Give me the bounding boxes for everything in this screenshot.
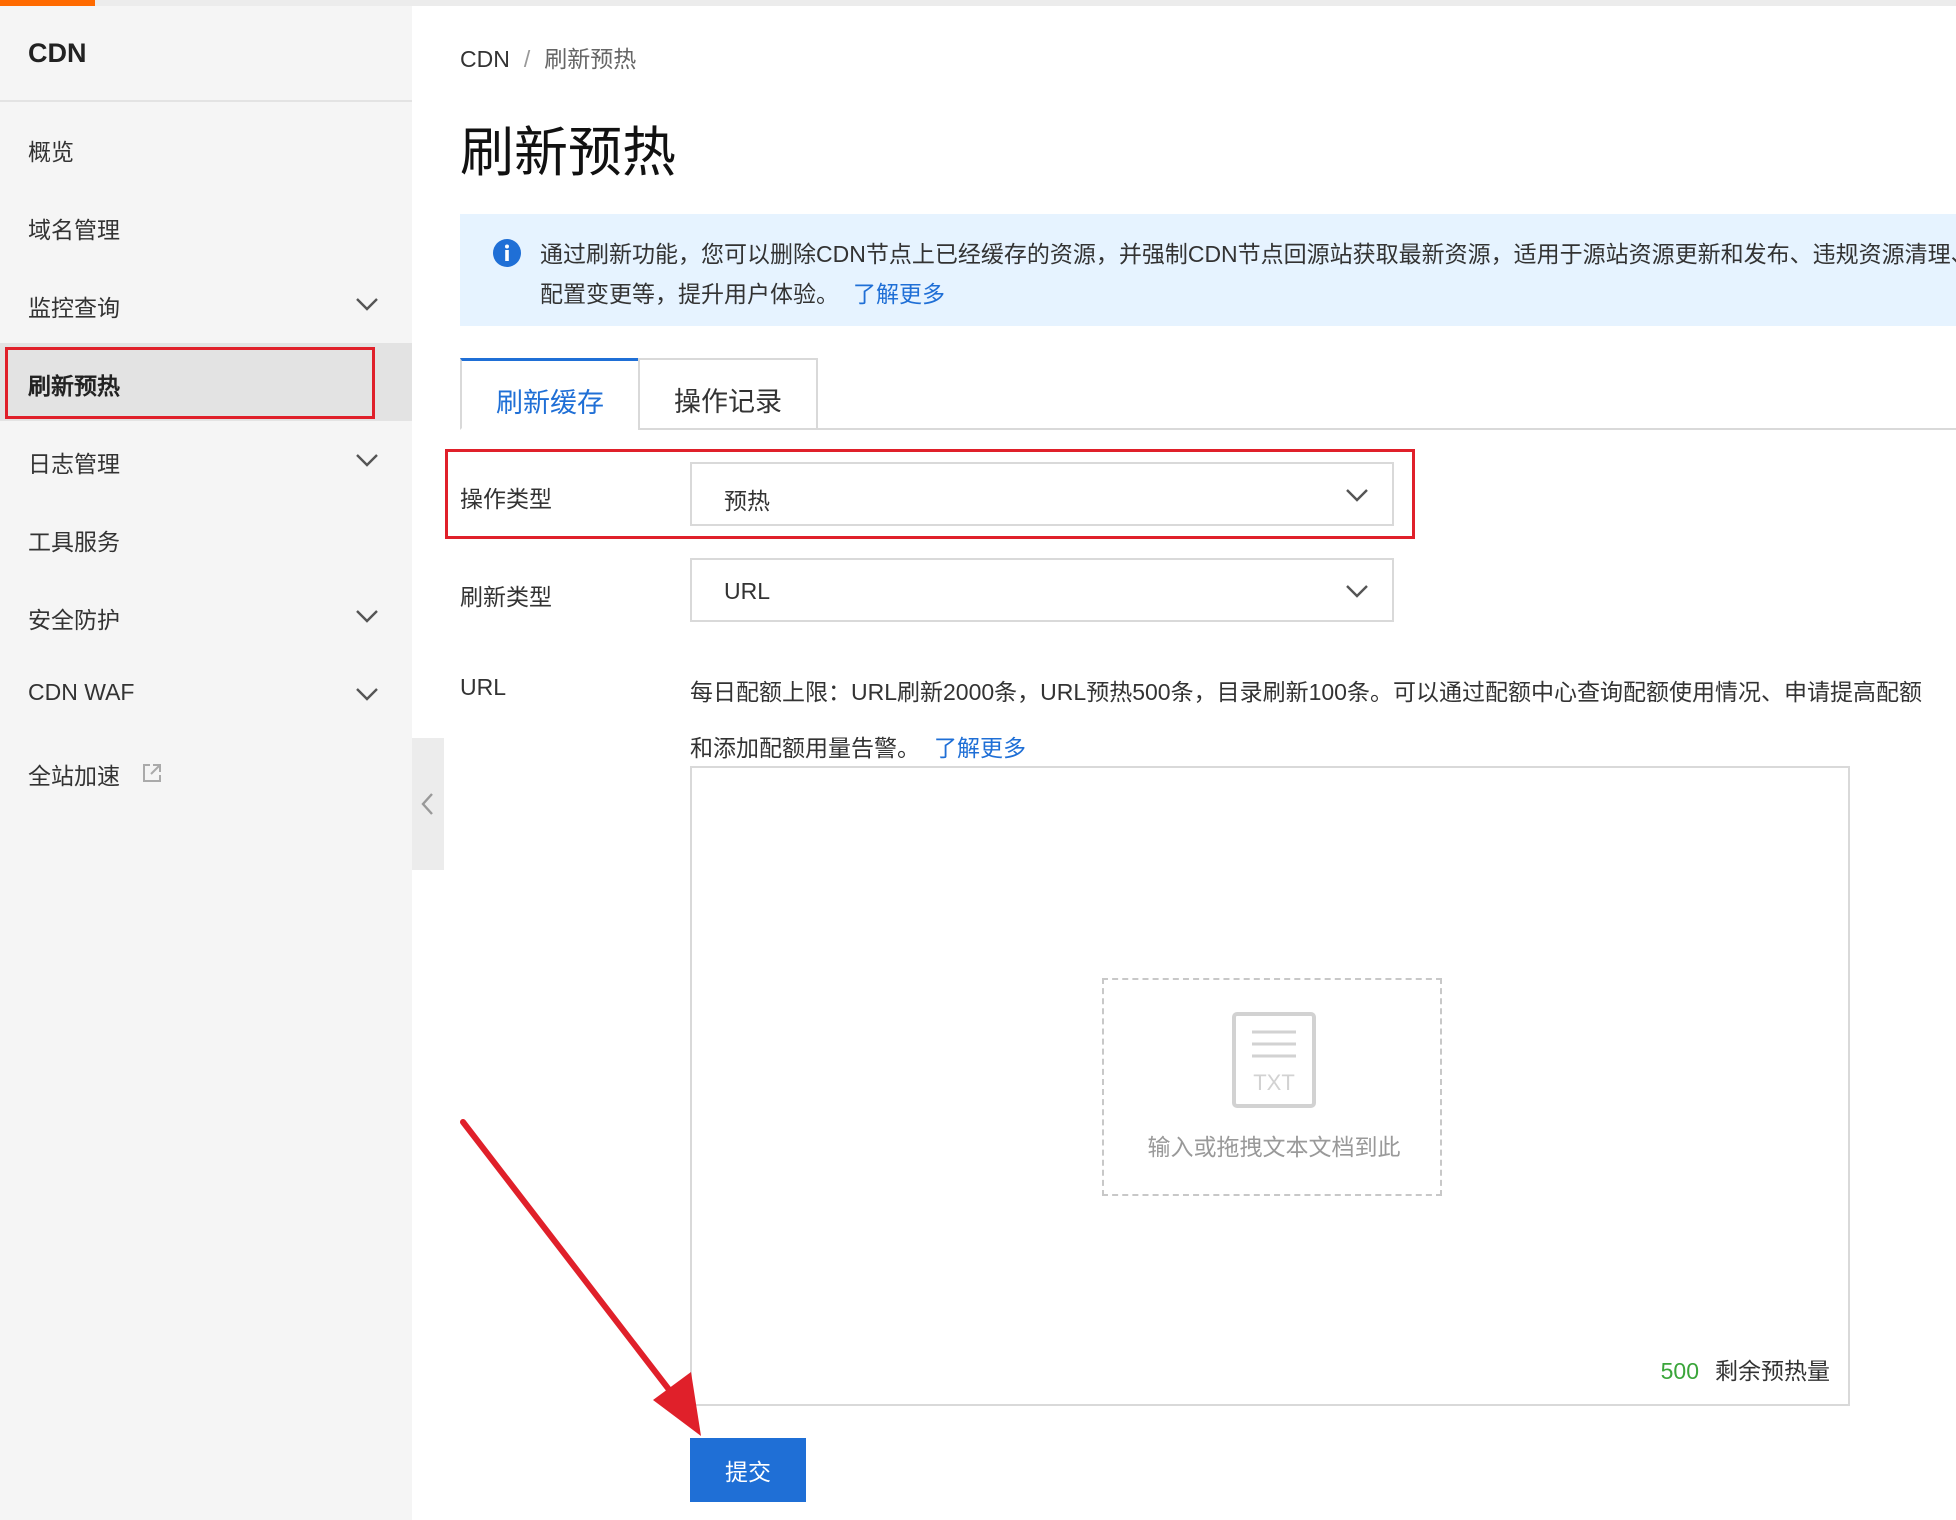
breadcrumb-separator: /: [523, 46, 531, 72]
operation-type-label: 操作类型: [460, 486, 552, 512]
annotation-arrow: [460, 1119, 701, 1436]
file-drop-zone[interactable]: TXT 输入或拖拽文本文档到此: [1102, 978, 1442, 1196]
txt-file-icon: TXT: [1232, 1012, 1316, 1108]
sidebar-item-logs[interactable]: 日志管理: [0, 421, 412, 499]
sidebar-divider: [0, 100, 412, 102]
breadcrumb: CDN / 刷新预热: [460, 40, 636, 74]
sidebar-item-domains[interactable]: 域名管理: [0, 187, 412, 265]
tab-label: 操作记录: [674, 387, 782, 417]
sidebar-item-monitoring[interactable]: 监控查询: [0, 265, 412, 343]
sidebar-title: CDN: [28, 38, 87, 68]
info-banner: 通过刷新功能，您可以删除CDN节点上已经缓存的资源，并强制CDN节点回源站获取最…: [460, 214, 1956, 326]
chevron-left-icon: [421, 793, 433, 815]
tab-operation-records[interactable]: 操作记录: [638, 358, 818, 430]
sidebar-item-label: 概览: [28, 139, 74, 165]
info-circle-icon: [493, 239, 521, 267]
url-textarea[interactable]: TXT 输入或拖拽文本文档到此 500 剩余预热量: [690, 766, 1850, 1406]
chevron-down-icon: [1346, 489, 1368, 502]
chevron-down-icon: [356, 610, 378, 623]
chevron-down-icon: [356, 454, 378, 467]
tab-label: 刷新缓存: [496, 388, 604, 418]
sidebar-item-tools[interactable]: 工具服务: [0, 499, 412, 577]
breadcrumb-root[interactable]: CDN: [460, 46, 510, 72]
sidebar-highlight-box: [5, 347, 375, 419]
refresh-type-select[interactable]: URL: [690, 558, 1394, 622]
info-learn-more-link[interactable]: 了解更多: [853, 281, 945, 307]
sidebar-collapse-handle[interactable]: [412, 738, 444, 870]
txt-icon-label: TXT: [1253, 1070, 1295, 1095]
sidebar-item-label: 域名管理: [28, 217, 120, 243]
operation-type-select[interactable]: 预热: [690, 462, 1394, 526]
quota-notice: 每日配额上限：URL刷新2000条，URL预热500条，目录刷新100条。可以通…: [690, 664, 1940, 776]
sidebar-item-label: 工具服务: [28, 529, 120, 555]
remaining-label: 剩余预热量: [1715, 1358, 1830, 1384]
refresh-type-label: 刷新类型: [460, 584, 552, 610]
chevron-down-icon: [356, 298, 378, 311]
sidebar-item-cdn-waf[interactable]: CDN WAF: [0, 655, 412, 733]
sidebar-item-label: CDN WAF: [28, 679, 135, 705]
chevron-down-icon: [356, 688, 378, 701]
operation-type-value: 预热: [724, 488, 770, 514]
sidebar-item-label: 监控查询: [28, 295, 120, 321]
drop-zone-text: 输入或拖拽文本文档到此: [1147, 1134, 1401, 1160]
page-title: 刷新预热: [460, 123, 676, 183]
quota-learn-more-link[interactable]: 了解更多: [934, 735, 1026, 761]
sidebar: CDN 概览 域名管理 监控查询 刷新预热 日志管理 工具服务 安全防护 CDN…: [0, 6, 412, 1520]
remaining-quota: 500 剩余预热量: [1661, 1352, 1830, 1386]
chevron-down-icon: [1346, 585, 1368, 598]
sidebar-item-dcdn[interactable]: 全站加速: [0, 733, 412, 811]
remaining-count: 500: [1660, 1358, 1699, 1384]
sidebar-item-overview[interactable]: 概览: [0, 109, 412, 187]
info-message: 通过刷新功能，您可以删除CDN节点上已经缓存的资源，并强制CDN节点回源站获取最…: [540, 241, 1956, 307]
sidebar-item-label: 日志管理: [28, 451, 120, 477]
breadcrumb-current: 刷新预热: [544, 46, 637, 72]
refresh-type-value: URL: [724, 578, 771, 604]
external-link-icon: [143, 764, 161, 782]
tab-refresh-cache[interactable]: 刷新缓存: [460, 358, 640, 430]
sidebar-item-label: 安全防护: [28, 607, 120, 633]
sidebar-item-security[interactable]: 安全防护: [0, 577, 412, 655]
info-text: 通过刷新功能，您可以删除CDN节点上已经缓存的资源，并强制CDN节点回源站获取最…: [540, 234, 1956, 314]
url-label: URL: [460, 674, 507, 700]
quota-text: 每日配额上限：URL刷新2000条，URL预热500条，目录刷新100条。可以通…: [690, 679, 1922, 761]
sidebar-item-label: 全站加速: [28, 763, 120, 789]
